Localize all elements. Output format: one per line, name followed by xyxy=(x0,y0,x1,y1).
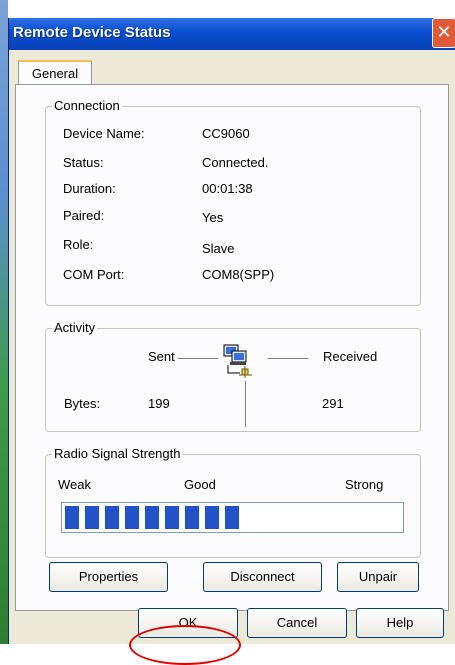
tab-general[interactable]: General xyxy=(18,60,92,86)
close-icon: ✕ xyxy=(436,22,452,42)
cancel-button[interactable]: Cancel xyxy=(247,608,347,638)
connection-group: Connection Device Name: CC9060 Status: C… xyxy=(45,98,421,306)
signal-strength-bar xyxy=(61,502,404,533)
status-label: Status: xyxy=(63,155,104,170)
signal-segment xyxy=(185,506,199,529)
close-button[interactable]: ✕ xyxy=(432,18,455,48)
signal-strong-label: Strong xyxy=(345,477,384,492)
unpair-button[interactable]: Unpair xyxy=(337,562,419,592)
signal-segment xyxy=(225,506,239,529)
signal-segment xyxy=(65,506,79,529)
received-label: Received xyxy=(323,349,378,364)
sent-label: Sent xyxy=(148,349,175,364)
remote-device-status-dialog: Remote Device Status ✕ General Connectio… xyxy=(8,18,455,644)
network-computers-icon xyxy=(222,342,262,387)
sent-bytes-value: 199 xyxy=(148,396,170,411)
signal-segment xyxy=(125,506,139,529)
general-tab-panel: Connection Device Name: CC9060 Status: C… xyxy=(15,84,449,611)
device-name-label: Device Name: xyxy=(63,126,145,141)
role-label: Role: xyxy=(63,237,94,252)
window-title: Remote Device Status xyxy=(13,24,171,41)
signal-segment xyxy=(205,506,219,529)
connection-group-title: Connection xyxy=(52,98,122,113)
signal-good-label: Good xyxy=(184,477,216,492)
signal-segment xyxy=(85,506,99,529)
activity-divider xyxy=(245,381,246,427)
background-desktop xyxy=(0,0,8,644)
received-bytes-value: 291 xyxy=(322,396,344,411)
received-line xyxy=(268,358,308,359)
activity-group: Activity Sent Received Bytes: 199 291 xyxy=(45,320,421,432)
signal-segment xyxy=(165,506,179,529)
duration-value: 00:01:38 xyxy=(202,181,253,196)
help-button[interactable]: Help xyxy=(356,608,444,638)
device-name-value: CC9060 xyxy=(202,126,250,141)
duration-label: Duration: xyxy=(63,181,116,196)
disconnect-button[interactable]: Disconnect xyxy=(203,562,322,592)
ok-highlight-circle xyxy=(129,625,241,665)
radio-signal-strength-group: Radio Signal Strength Weak Good Strong xyxy=(45,446,421,558)
properties-button[interactable]: Properties xyxy=(49,562,168,592)
signal-segment xyxy=(105,506,119,529)
radio-signal-strength-title: Radio Signal Strength xyxy=(52,446,183,461)
sent-line xyxy=(178,358,218,359)
tab-general-label: General xyxy=(31,66,79,81)
paired-value: Yes xyxy=(202,210,224,225)
com-port-value: COM8(SPP) xyxy=(202,267,275,282)
bytes-label: Bytes: xyxy=(64,396,101,411)
title-bar[interactable]: Remote Device Status ✕ xyxy=(9,18,455,50)
status-value: Connected. xyxy=(202,155,269,170)
signal-weak-label: Weak xyxy=(58,477,91,492)
activity-group-title: Activity xyxy=(52,320,98,335)
paired-label: Paired: xyxy=(63,208,105,223)
signal-segment xyxy=(145,506,159,529)
com-port-label: COM Port: xyxy=(63,267,125,282)
role-value: Slave xyxy=(202,241,235,256)
